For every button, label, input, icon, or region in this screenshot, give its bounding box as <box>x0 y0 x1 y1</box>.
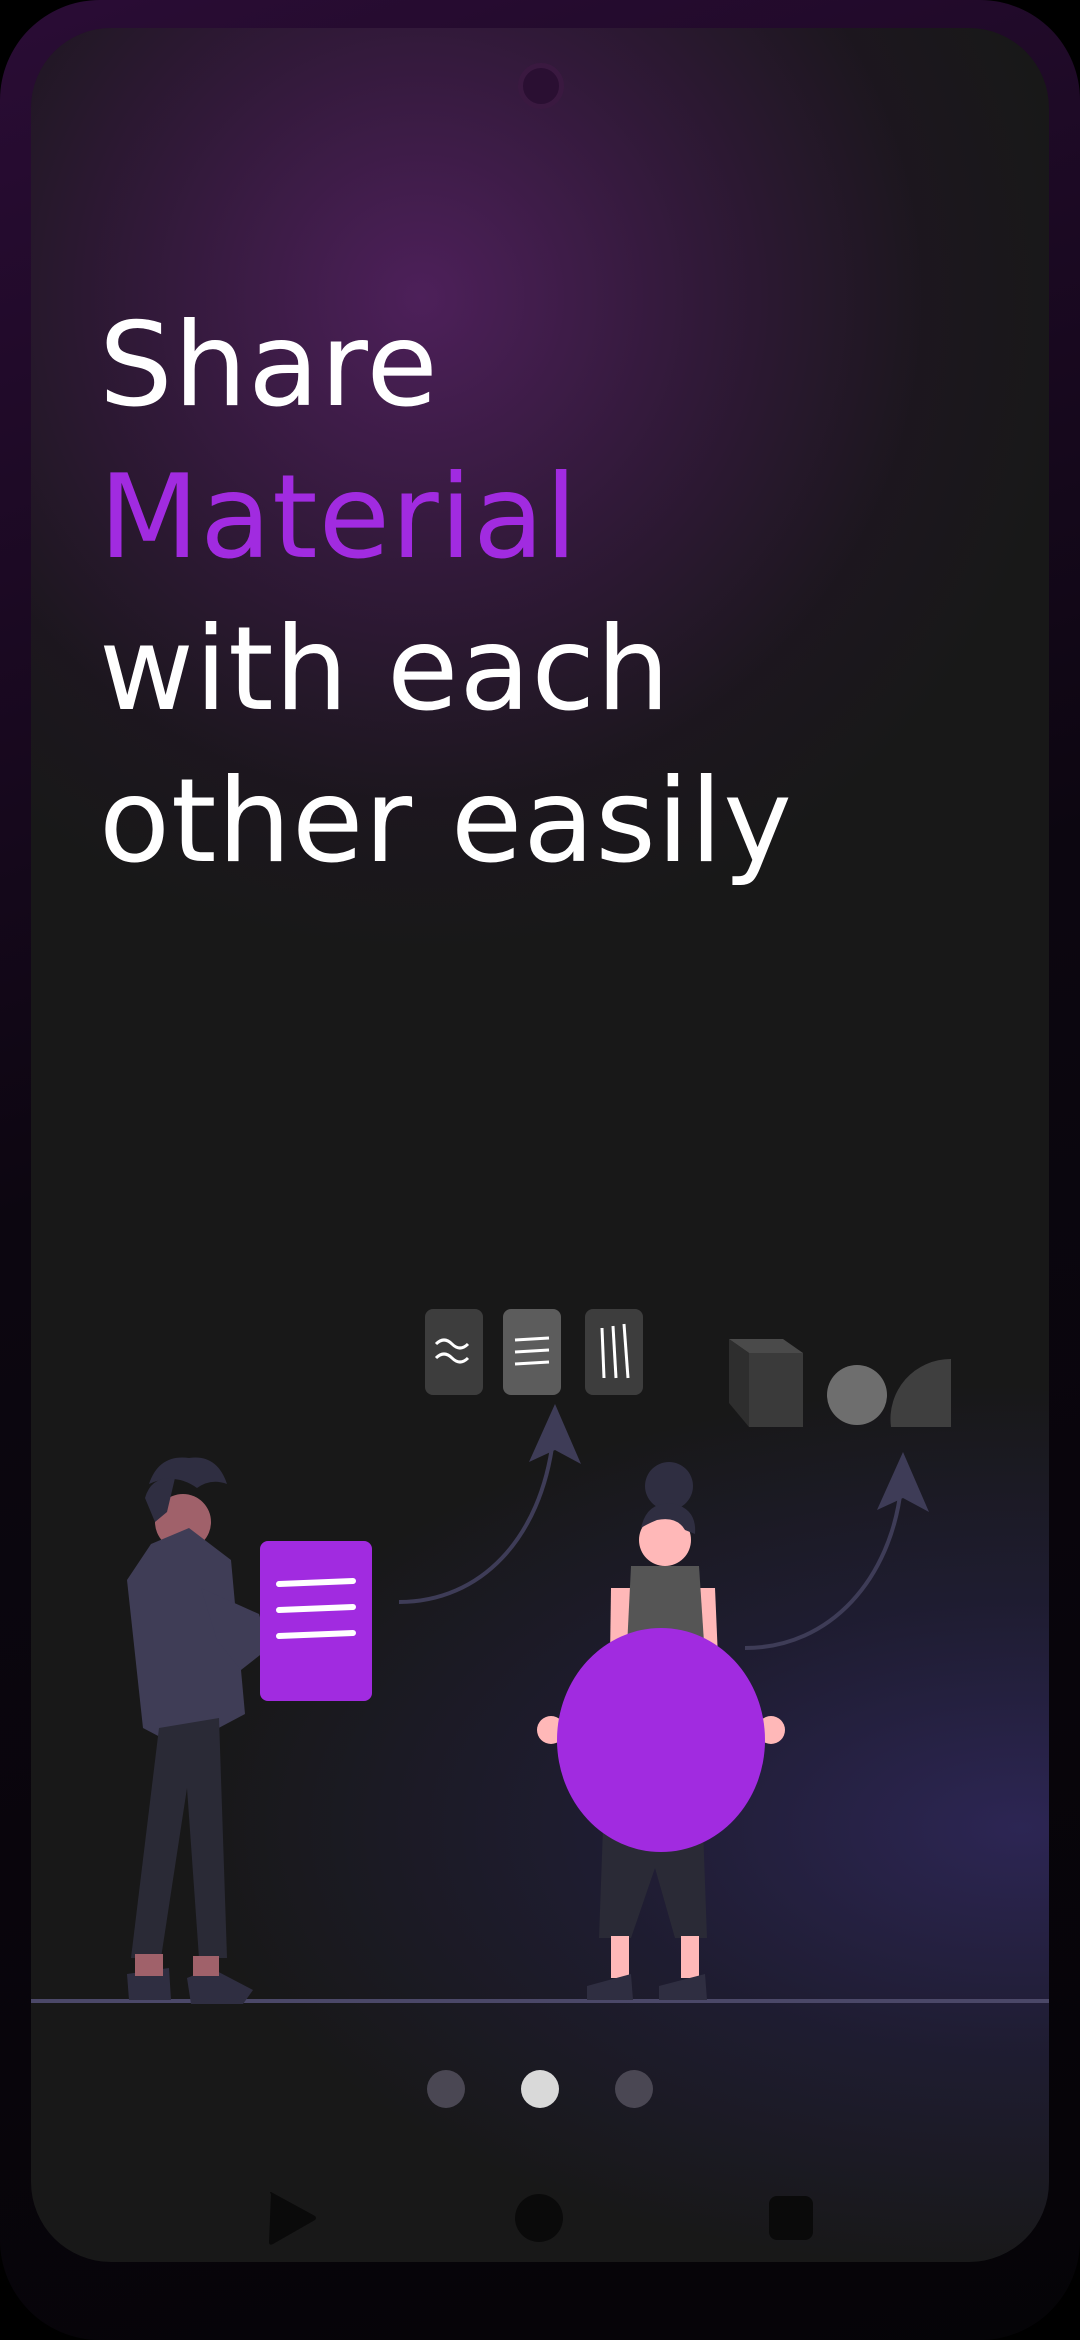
phone-frame: Share Material with each other easily <box>0 0 1080 2340</box>
man-figure <box>127 1457 289 2004</box>
circle-shape-icon <box>827 1365 887 1425</box>
list-doc-icon <box>503 1309 561 1395</box>
tablet-icon <box>260 1541 372 1701</box>
wave-doc-icon <box>425 1309 483 1395</box>
page-dot-3[interactable] <box>615 2070 653 2108</box>
arrow-right-head <box>877 1452 929 1512</box>
quarter-circle-shape-icon <box>890 1358 951 1427</box>
page-dot-1[interactable] <box>427 2070 465 2108</box>
nav-back-button[interactable] <box>249 2178 329 2258</box>
page-dot-2[interactable] <box>521 2070 559 2108</box>
circle-icon <box>515 2194 563 2242</box>
square-icon <box>769 2196 813 2240</box>
sharing-illustration <box>31 1309 1049 2004</box>
nav-recent-button[interactable] <box>751 2178 831 2258</box>
play-triangle-icon <box>269 2192 316 2245</box>
page-indicator <box>31 2070 1049 2108</box>
big-circle-shape <box>557 1628 765 1852</box>
nav-home-button[interactable] <box>499 2178 579 2258</box>
cube-shape-icon <box>729 1339 803 1427</box>
arrow-left-head <box>529 1404 581 1464</box>
system-navigation-bar <box>31 2178 1049 2258</box>
lines-doc-icon <box>585 1309 643 1395</box>
arrow-right-path <box>744 1487 903 1650</box>
arrow-left-path <box>398 1439 555 1604</box>
screen: Share Material with each other easily <box>31 28 1049 2262</box>
